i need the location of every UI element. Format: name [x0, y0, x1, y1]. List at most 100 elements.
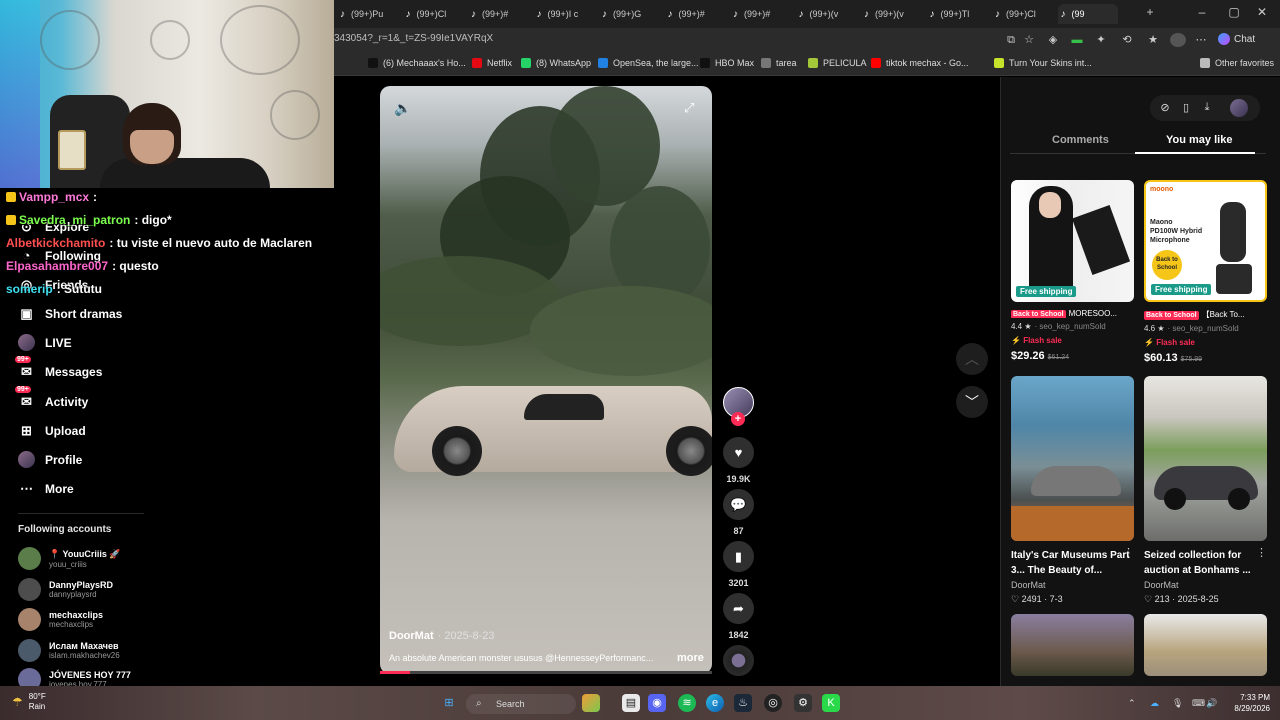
minimize-icon[interactable]: –: [1192, 5, 1212, 19]
file-explorer-icon[interactable]: ▤: [622, 694, 640, 712]
app-icon-2[interactable]: ⚙: [794, 694, 812, 712]
video-title[interactable]: Italy's Car Museums Part 3... The Beauty…: [1011, 548, 1134, 578]
new-tab-icon[interactable]: +: [1140, 5, 1160, 19]
product-card[interactable]: Free shipping Back to School MORESOO... 4…: [1011, 180, 1134, 362]
discord-icon[interactable]: ◉: [648, 694, 666, 712]
description-more-link[interactable]: more: [677, 652, 704, 664]
tab-tiktok[interactable]: ♪ (99+)I c: [534, 4, 598, 24]
phone-icon[interactable]: ▯: [1179, 101, 1193, 114]
system-clock[interactable]: 7:33 PM 8/29/2026: [1218, 692, 1270, 714]
share-icon[interactable]: ➦: [723, 593, 754, 624]
browser-settings-icon[interactable]: ⟲: [1120, 33, 1134, 47]
onedrive-icon[interactable]: ☁: [1150, 698, 1159, 709]
other-favorites[interactable]: Other favorites: [1200, 58, 1274, 68]
tab-tiktok[interactable]: ♪ (99+)(v: [796, 4, 860, 24]
like-button[interactable]: ♥ 19.9K: [723, 437, 754, 484]
sidebar-item-upload[interactable]: ⊞ Upload: [18, 422, 86, 439]
tray-expand-icon[interactable]: ⌃: [1128, 698, 1136, 709]
more-options-icon[interactable]: ⋮: [1256, 546, 1267, 559]
recommended-video-card[interactable]: ⋮ Italy's Car Museums Part 3... The Beau…: [1011, 376, 1134, 605]
obs-icon[interactable]: ◎: [764, 694, 782, 712]
comment-button[interactable]: 💬 87: [723, 489, 754, 536]
puzzle-extensions-icon[interactable]: ✦: [1094, 33, 1108, 47]
split-screen-icon[interactable]: ⧉: [1004, 33, 1018, 47]
bookmark-icon[interactable]: ▮: [723, 541, 754, 572]
browser-menu-icon[interactable]: ⋯: [1194, 33, 1208, 47]
recommended-video-card[interactable]: ⋮ Seized collection for auction at Bonha…: [1144, 376, 1267, 605]
bookmark-item[interactable]: OpenSea, the large...: [598, 58, 699, 68]
compass-small-icon[interactable]: ⊘: [1158, 101, 1172, 114]
sidebar-item-profile[interactable]: Profile: [18, 451, 82, 468]
speaker-icon[interactable]: 🔊: [1206, 698, 1217, 709]
app-icon[interactable]: [582, 694, 600, 712]
bookmark-item[interactable]: PELICULA: [808, 58, 867, 68]
comment-icon[interactable]: 💬: [723, 489, 754, 520]
windows-start-icon[interactable]: ⊞: [440, 694, 458, 712]
previous-video-icon[interactable]: ︿: [956, 343, 988, 375]
video-thumbnail[interactable]: [1144, 376, 1267, 541]
maximize-icon[interactable]: ▢: [1224, 5, 1244, 19]
video-author[interactable]: DoorMat · 2025-8-23: [389, 630, 494, 642]
product-thumbnail[interactable]: Free shipping: [1011, 180, 1134, 302]
following-account[interactable]: 📍 YouuCriiis 🚀 youu_criiis: [18, 547, 121, 570]
close-window-icon[interactable]: ✕: [1252, 5, 1272, 19]
tab-tiktok[interactable]: ♪ (99: [1057, 4, 1118, 24]
tab-tiktok[interactable]: ♪ (99+)#: [730, 4, 794, 24]
tab-comments[interactable]: Comments: [1052, 134, 1109, 146]
extension-icon[interactable]: ◈: [1046, 33, 1060, 47]
video-thumbnail[interactable]: [1144, 614, 1267, 676]
bookmark-item[interactable]: HBO Max: [700, 58, 754, 68]
url-text[interactable]: 343054?_r=1&_t=ZS-99Ie1VAYRqX: [334, 33, 493, 44]
copilot-chat-button[interactable]: Chat: [1218, 33, 1255, 45]
favorite-star-icon[interactable]: ☆: [1022, 33, 1036, 47]
product-thumbnail[interactable]: moono Maono PD100W Hybrid Microphone Back …: [1144, 180, 1267, 302]
share-button[interactable]: ➦ 1842: [723, 593, 754, 640]
sidebar-item-short-dramas[interactable]: ▣ Short dramas: [18, 305, 122, 322]
network-icon[interactable]: ⌨: [1192, 698, 1205, 709]
following-account[interactable]: mechaxclips mechaxclips: [18, 608, 103, 631]
video-author[interactable]: DoorMat: [1144, 580, 1267, 590]
spotify-icon[interactable]: ≋: [678, 694, 696, 712]
kick-icon[interactable]: K: [822, 694, 840, 712]
music-disc-icon[interactable]: [723, 645, 754, 676]
following-account[interactable]: DannyPlaysRD dannyplaysrd: [18, 578, 113, 601]
tab-tiktok[interactable]: ♪ (99+)Tl: [927, 4, 991, 24]
video-thumbnail[interactable]: [1011, 376, 1134, 541]
tab-tiktok[interactable]: ♪ (99+)(v: [861, 4, 925, 24]
video-progress-bar[interactable]: [380, 671, 712, 674]
bookmark-item[interactable]: tarea: [761, 58, 797, 68]
bookmark-item[interactable]: tiktok mechax - Go...: [871, 58, 969, 68]
tab-tiktok[interactable]: ♪ (99+)G: [599, 4, 663, 24]
tab-tiktok[interactable]: ♪ (99+)#: [468, 4, 532, 24]
bookmark-item[interactable]: Turn Your Skins int...: [994, 58, 1092, 68]
bookmark-item[interactable]: (6) Mechaaax's Ho...: [368, 58, 466, 68]
sidebar-item-activity[interactable]: ✉ 99+ Activity: [15, 386, 88, 410]
taskbar-search[interactable]: ⌕ Search: [466, 694, 576, 714]
video-title[interactable]: Seized collection for auction at Bonhams…: [1144, 548, 1267, 578]
user-avatar[interactable]: [1230, 99, 1248, 117]
following-account[interactable]: Ислам Махачев islam.makhachev26: [18, 639, 120, 662]
product-card[interactable]: moono Maono PD100W Hybrid Microphone Back …: [1144, 180, 1267, 364]
next-video-icon[interactable]: ﹀: [956, 386, 988, 418]
video-thumbnail[interactable]: [1011, 614, 1134, 676]
favorites-icon[interactable]: ★: [1146, 33, 1160, 47]
video-author[interactable]: DoorMat: [1011, 580, 1134, 590]
battery-extension-icon[interactable]: ▬: [1070, 33, 1084, 47]
heart-icon[interactable]: ♥: [723, 437, 754, 468]
tab-you-may-like[interactable]: You may like: [1166, 134, 1232, 146]
more-options-icon[interactable]: ⋮: [1123, 546, 1134, 559]
fullscreen-icon[interactable]: ⤢: [684, 100, 694, 116]
bookmark-item[interactable]: (8) WhatsApp: [521, 58, 591, 68]
sidebar-item-live[interactable]: LIVE: [18, 334, 72, 351]
follow-plus-icon[interactable]: +: [731, 412, 745, 426]
mic-icon[interactable]: 🎙: [1172, 698, 1183, 709]
weather-widget[interactable]: ☂ 80°F Rain: [12, 692, 46, 712]
bookmark-item[interactable]: Netflix: [472, 58, 512, 68]
tab-tiktok[interactable]: ♪ (99+)Cl: [403, 4, 467, 24]
save-button[interactable]: ▮ 3201: [723, 541, 754, 588]
video-player[interactable]: [380, 86, 712, 674]
sidebar-item-more[interactable]: ⋯ More: [18, 480, 74, 497]
author-name[interactable]: DoorMat: [389, 630, 434, 642]
tab-tiktok[interactable]: ♪ (99+)#: [665, 4, 729, 24]
volume-icon[interactable]: 🔈: [394, 100, 411, 117]
